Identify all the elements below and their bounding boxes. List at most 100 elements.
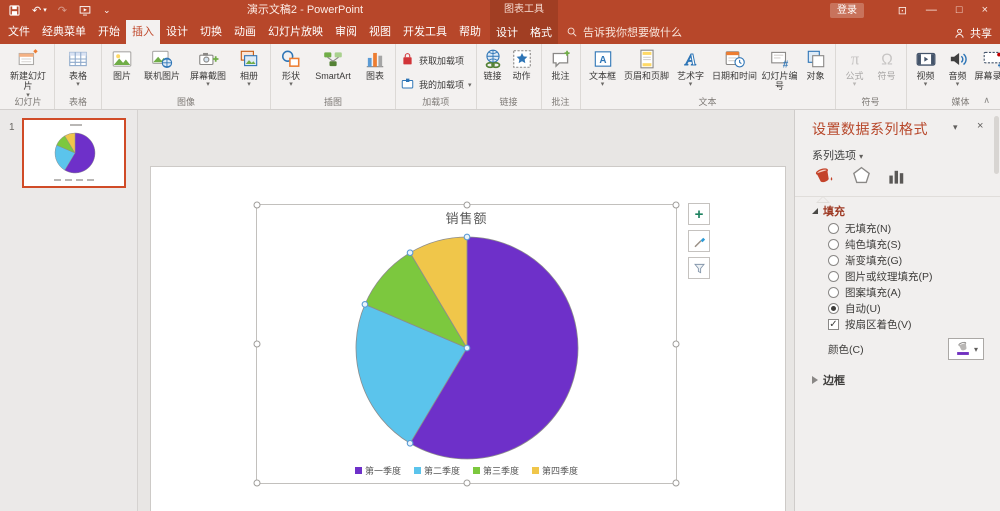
resize-handle-s[interactable] xyxy=(463,479,470,487)
border-section-header[interactable]: 边框 xyxy=(812,372,845,388)
option-no-fill[interactable]: 无填充(N) xyxy=(828,220,933,236)
tab-chart-design[interactable]: 设计 xyxy=(496,24,518,40)
smartart-icon xyxy=(322,48,344,70)
data-point-handle[interactable] xyxy=(406,439,414,447)
tab-classic-menu[interactable]: 经典菜单 xyxy=(36,20,92,44)
tell-me-search[interactable]: 告诉我你想要做什么 xyxy=(566,22,682,42)
close-icon[interactable]: × xyxy=(982,4,988,16)
data-point-handle[interactable] xyxy=(463,233,471,241)
option-automatic-fill[interactable]: 自动(U) xyxy=(828,300,933,316)
pane-scrollbar[interactable] xyxy=(993,112,999,509)
resize-handle-se[interactable] xyxy=(672,479,680,487)
series-options-selector[interactable]: 系列选项 ▾ xyxy=(812,147,863,163)
option-picture-texture-fill[interactable]: 图片或纹理填充(P) xyxy=(828,268,933,284)
ribbon-display-options-icon[interactable]: ⊡ xyxy=(898,4,907,17)
legend-item-q3[interactable]: 第三季度 xyxy=(473,464,519,477)
tab-design[interactable]: 设计 xyxy=(160,20,194,44)
tab-developer[interactable]: 开发工具 xyxy=(397,20,453,44)
collapsed-triangle-icon xyxy=(812,376,818,384)
chart-legend[interactable]: 第一季度 第二季度 第三季度 第四季度 xyxy=(257,464,676,477)
ribbon-group-addins: 获取加载项 我的加载项 ▾ 加载项 xyxy=(396,44,477,109)
link-button[interactable]: 链接 xyxy=(481,47,505,81)
screenshot-button[interactable]: 屏幕截图 xyxy=(186,47,230,88)
tab-help[interactable]: 帮助 xyxy=(453,20,487,44)
chart-object-frame[interactable]: 销售额 第一季度 第二季度 第三季度 第四季度 + xyxy=(253,201,710,487)
collapse-ribbon-icon[interactable]: ∧ xyxy=(983,95,990,106)
undo-dropdown-icon[interactable]: ▾ xyxy=(43,6,47,14)
tab-insert[interactable]: 插入 xyxy=(126,20,160,44)
chart-elements-button[interactable]: + xyxy=(688,203,710,225)
start-slideshow-icon[interactable] xyxy=(78,4,92,17)
resize-handle-n[interactable] xyxy=(463,201,470,209)
ribbon-tab-bar: 文件 经典菜单 开始 插入 设计 切换 动画 幻灯片放映 审阅 视图 开发工具 … xyxy=(2,20,487,44)
photo-album-button[interactable]: 相册 xyxy=(232,47,266,88)
video-button[interactable]: 视频 xyxy=(911,47,941,88)
slide-thumbnail-1[interactable] xyxy=(22,118,126,188)
legend-item-q1[interactable]: 第一季度 xyxy=(354,464,401,477)
sign-in-button[interactable]: 登录 xyxy=(830,3,864,18)
pie-chart[interactable] xyxy=(257,205,678,485)
tab-view[interactable]: 视图 xyxy=(363,20,397,44)
online-pictures-button[interactable]: 联机图片 xyxy=(140,47,184,81)
effects-tab-icon[interactable] xyxy=(851,165,872,189)
tab-animations[interactable]: 动画 xyxy=(228,20,262,44)
new-slide-button[interactable]: 新建幻灯片 xyxy=(6,47,50,99)
maximize-icon[interactable]: □ xyxy=(956,4,963,16)
chart-styles-button[interactable] xyxy=(688,230,710,252)
textbox-icon: A xyxy=(592,48,614,70)
pane-close-icon[interactable]: × xyxy=(977,120,983,132)
fill-section-header[interactable]: 填充 xyxy=(812,203,845,219)
legend-item-q4[interactable]: 第四季度 xyxy=(532,464,578,477)
my-addins-button[interactable]: 我的加载项 ▾ xyxy=(400,76,472,93)
audio-button[interactable]: 音频 xyxy=(943,47,973,88)
vary-colors-checkbox[interactable]: ✓ 按扇区着色(V) xyxy=(828,316,933,332)
tab-file[interactable]: 文件 xyxy=(2,20,36,44)
save-icon[interactable] xyxy=(8,4,21,17)
smartart-button[interactable]: SmartArt xyxy=(309,47,357,81)
redo-icon: ↷ xyxy=(57,4,67,17)
data-point-handle[interactable] xyxy=(406,249,414,257)
qat-customize-icon[interactable]: ⌄ xyxy=(103,5,111,16)
scrollbar-thumb[interactable] xyxy=(994,116,999,174)
minimize-icon[interactable]: — xyxy=(926,4,937,16)
series-options-tab-icon[interactable] xyxy=(887,167,906,189)
slide-number-button[interactable]: # 幻灯片编号 xyxy=(761,47,799,92)
chart-filters-button[interactable] xyxy=(688,257,710,279)
tab-home[interactable]: 开始 xyxy=(92,20,126,44)
data-point-handle[interactable] xyxy=(361,301,369,308)
resize-handle-sw[interactable] xyxy=(253,479,261,487)
data-point-handle-center[interactable] xyxy=(463,344,471,352)
resize-handle-ne[interactable] xyxy=(672,201,680,209)
comment-button[interactable]: 批注 xyxy=(546,47,576,81)
wordart-button[interactable]: A 艺术字 xyxy=(673,47,709,88)
option-solid-fill[interactable]: 纯色填充(S) xyxy=(828,236,933,252)
fill-color-button[interactable]: ▾ xyxy=(948,338,984,360)
option-pattern-fill[interactable]: 图案填充(A) xyxy=(828,284,933,300)
chart-button[interactable]: 图表 xyxy=(359,47,391,81)
resize-handle-e[interactable] xyxy=(672,340,680,348)
header-footer-button[interactable]: 页眉和页脚 xyxy=(623,47,671,81)
tab-transitions[interactable]: 切换 xyxy=(194,20,228,44)
textbox-button[interactable]: A 文本框 xyxy=(585,47,621,88)
table-button[interactable]: 表格 xyxy=(59,47,97,88)
object-button[interactable]: 对象 xyxy=(801,47,831,81)
pane-dropdown-icon[interactable]: ▾ xyxy=(953,122,958,133)
pictures-button[interactable]: 图片 xyxy=(106,47,138,81)
share-button[interactable]: 共享 xyxy=(953,22,992,44)
screen-recording-button[interactable]: 屏幕录制 xyxy=(975,47,1000,81)
tab-review[interactable]: 审阅 xyxy=(329,20,363,44)
option-gradient-fill[interactable]: 渐变填充(G) xyxy=(828,252,933,268)
fill-line-tab-icon[interactable] xyxy=(812,164,836,189)
shapes-button[interactable]: 形状 xyxy=(275,47,307,88)
action-button[interactable]: 动作 xyxy=(507,47,537,81)
tab-slideshow[interactable]: 幻灯片放映 xyxy=(262,20,329,44)
resize-handle-w[interactable] xyxy=(253,340,261,348)
date-time-button[interactable]: 日期和时间 xyxy=(711,47,759,81)
chart-tools-label: 图表工具 xyxy=(504,4,544,15)
resize-handle-nw[interactable] xyxy=(253,201,261,209)
legend-item-q2[interactable]: 第二季度 xyxy=(413,464,460,477)
get-addins-button[interactable]: 获取加载项 xyxy=(400,52,472,69)
undo-icon[interactable]: ↶ ▾ xyxy=(32,4,47,17)
slide-surface[interactable]: 销售额 第一季度 第二季度 第三季度 第四季度 + xyxy=(150,166,786,511)
tab-chart-format[interactable]: 格式 xyxy=(530,24,552,40)
